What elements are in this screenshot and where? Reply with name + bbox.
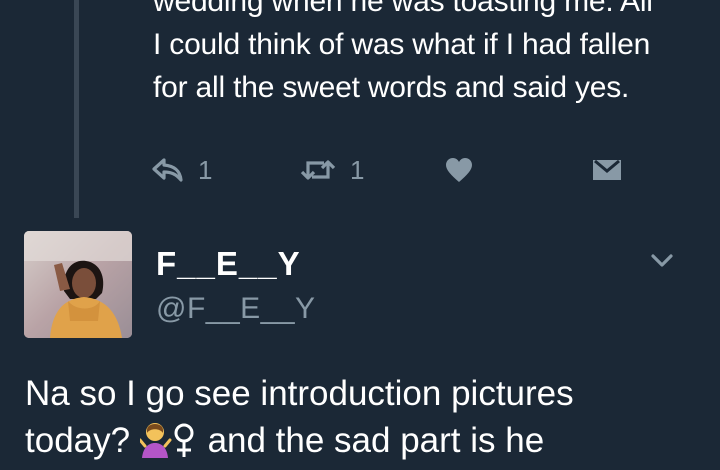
retweet-icon bbox=[300, 160, 336, 180]
tweet-menu-button[interactable] bbox=[647, 248, 677, 272]
like-button[interactable] bbox=[445, 150, 473, 190]
previous-tweet-text: wedding when he was toasting me. All I c… bbox=[153, 0, 713, 109]
person-shrugging-emoji bbox=[138, 420, 198, 470]
previous-tweet-line: I could think of was what if I had falle… bbox=[153, 28, 651, 61]
tweet-line: Na so I go see introduction pictures bbox=[25, 374, 574, 413]
previous-tweet-action-bar: 1 1 bbox=[152, 150, 632, 190]
reply-button[interactable]: 1 bbox=[152, 150, 212, 190]
avatar[interactable] bbox=[24, 231, 132, 338]
thread-connector-line bbox=[74, 0, 79, 218]
heart-icon bbox=[446, 158, 472, 182]
chevron-down-icon bbox=[651, 254, 673, 267]
previous-tweet-line: wedding when he was toasting me. All bbox=[153, 0, 653, 18]
user-handle[interactable]: @F__E__Y bbox=[156, 292, 316, 326]
tweet-text: Na so I go see introduction pictures tod… bbox=[25, 370, 715, 470]
display-name[interactable]: F__E__Y bbox=[156, 245, 301, 283]
retweet-button[interactable]: 1 bbox=[300, 150, 364, 190]
envelope-icon bbox=[593, 159, 621, 180]
tweet-line-2: today? and the sad part is he bbox=[25, 417, 715, 470]
previous-tweet-line: for all the sweet words and said yes. bbox=[153, 71, 630, 104]
direct-message-button[interactable] bbox=[592, 150, 622, 190]
tweet-line-2-start: today? bbox=[25, 421, 131, 460]
reply-icon bbox=[152, 158, 183, 182]
retweet-count: 1 bbox=[350, 155, 365, 185]
tweet-line-2-end: and the sad part is he bbox=[207, 421, 545, 460]
profile-photo bbox=[24, 231, 132, 338]
reply-count: 1 bbox=[198, 155, 213, 185]
